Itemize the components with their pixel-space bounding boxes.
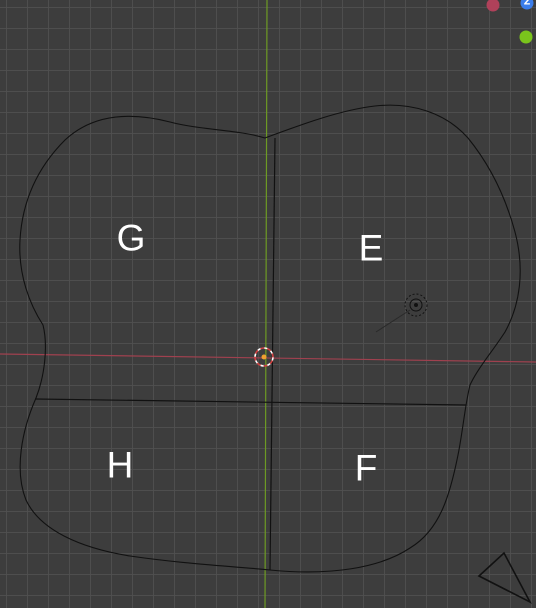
label-e: E	[358, 227, 384, 269]
x-axis-line	[0, 353, 536, 363]
viewport-scene	[0, 0, 536, 608]
label-g: G	[116, 217, 146, 259]
y-axis-line	[264, 0, 268, 608]
gizmo-y-axis-icon[interactable]	[519, 30, 533, 44]
light-object[interactable]	[375, 293, 428, 333]
3d-cursor[interactable]	[254, 347, 274, 367]
gizmo-z-label: Z	[523, 0, 531, 8]
label-f: F	[354, 447, 378, 489]
horizontal-divider-edge	[34, 398, 467, 406]
camera-icon[interactable]	[477, 551, 532, 604]
3d-viewport[interactable]: G E H F Z	[0, 0, 536, 608]
label-h: H	[106, 444, 134, 486]
blob-outline	[19, 104, 521, 573]
